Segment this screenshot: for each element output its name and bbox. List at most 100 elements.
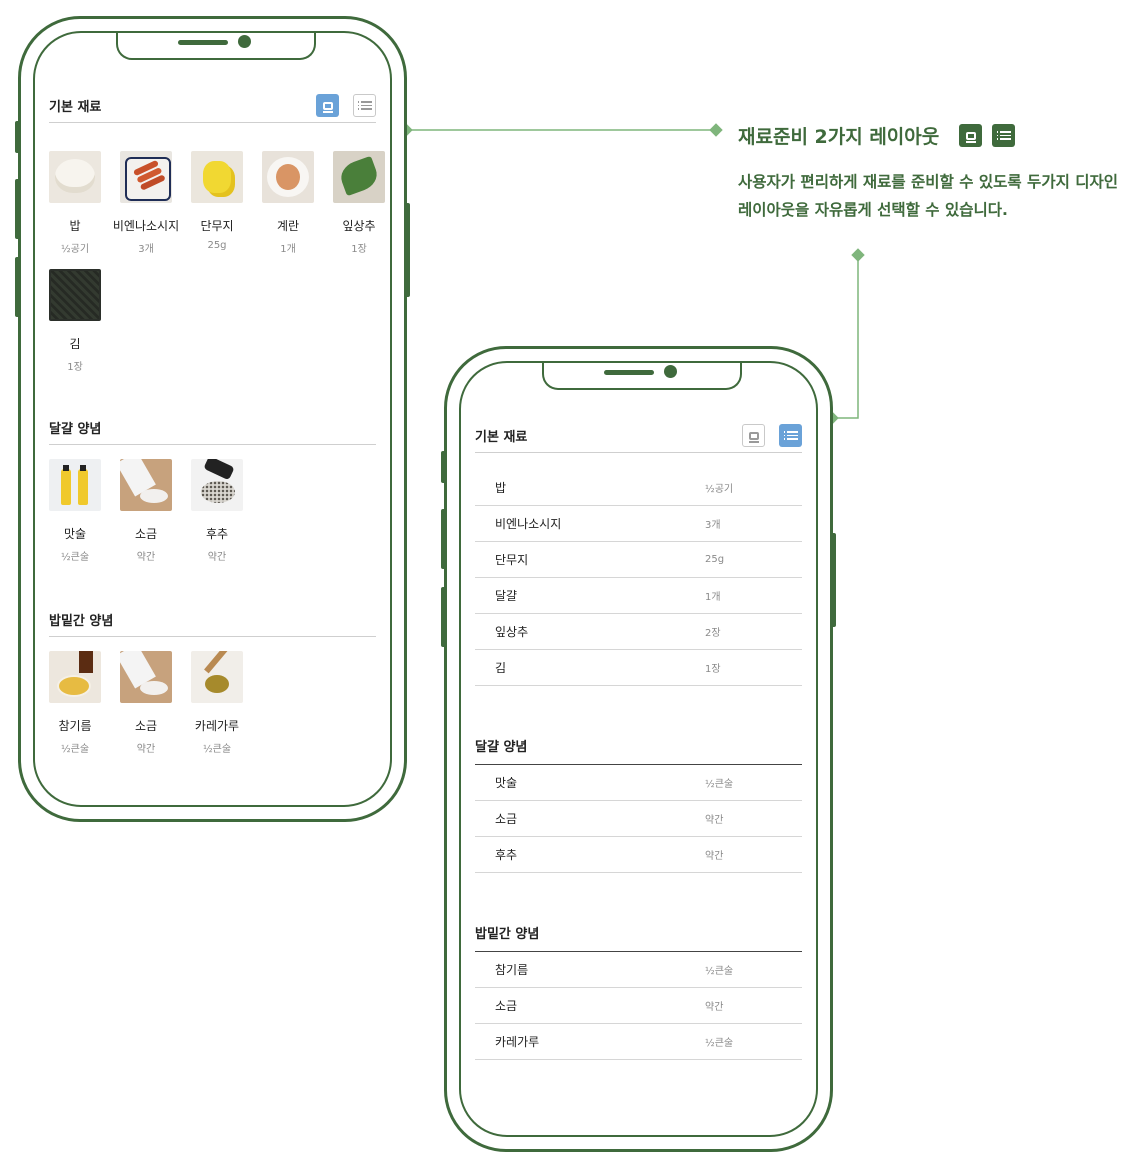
- section-header: 기본 재료: [49, 93, 376, 123]
- card-layout-toggle[interactable]: [316, 94, 339, 117]
- ingredient-name: 맛술: [495, 776, 518, 790]
- ingredient-qty: ½큰술: [705, 779, 734, 790]
- list-item[interactable]: 단무지 25g: [475, 542, 802, 578]
- ingredient-name: 비엔나소시지: [495, 517, 562, 531]
- section-title: 기본 재료: [475, 430, 528, 445]
- phone-card-layout: 기본 재료 밥 ½공기 비엔나소시지 3개 단무지 25g 계란 1개 잎상추 1장 김 1…: [15, 16, 410, 822]
- list-item[interactable]: 김 1장: [475, 650, 802, 686]
- ingredient-name: 김: [495, 661, 507, 675]
- ingredient-name: 소금: [495, 812, 518, 826]
- ingredient-name: 소금: [134, 527, 158, 541]
- card-layout-icon: [959, 124, 983, 147]
- ingredient-list: 밥 ½공기 비엔나소시지 3개 단무지 25g 달걀 1개 잎상추 2장 김 1장: [475, 470, 802, 686]
- ingredient-grid: 밥 ½공기 비엔나소시지 3개 단무지 25g 계란 1개 잎상추 1장 김 1장: [49, 151, 385, 373]
- ingredient-name: 김: [69, 337, 81, 351]
- ingredient-name: 소금: [495, 999, 518, 1013]
- speaker: [178, 40, 228, 45]
- ingredient-name: 단무지: [495, 553, 529, 567]
- ingredient-qty: 1개: [280, 244, 296, 255]
- list-layout-toggle[interactable]: [779, 424, 802, 447]
- ingredient-qty: 25g: [705, 554, 725, 565]
- ingredient-grid: 참기름 ½큰술 소금약간 카레가루 ½큰술: [49, 651, 376, 755]
- laver-image: [49, 269, 101, 321]
- list-item[interactable]: 소금 약간: [475, 988, 802, 1024]
- annotation-title-row: 재료준비 2가지 레이아웃: [738, 122, 1016, 149]
- sesame-oil-image: [49, 651, 101, 703]
- list-item[interactable]: 맛술 ½큰술: [475, 765, 802, 801]
- rice-bowl-image: [49, 151, 101, 203]
- ingredient-qty: 1장: [351, 244, 367, 255]
- list-layout-icon: [992, 124, 1016, 147]
- phone-side-button: [15, 121, 20, 153]
- phone-side-button: [15, 257, 20, 317]
- ingredient-qty: 1개: [705, 592, 721, 603]
- ingredient-name: 단무지: [200, 219, 234, 233]
- list-layout-toggle[interactable]: [353, 94, 376, 117]
- ingredient-qty: ½큰술: [60, 552, 90, 563]
- ingredient-list: 참기름 ½큰술 소금 약간 카레가루 ½큰술: [475, 951, 802, 1060]
- card-screen: 기본 재료 밥 ½공기 비엔나소시지 3개 단무지 25g 계란 1개 잎상추 1장 김 1…: [49, 93, 385, 785]
- connector-node-top-right: [709, 123, 723, 137]
- ingredient-card[interactable]: 계란 1개: [262, 151, 314, 255]
- ingredient-card[interactable]: 비엔나소시지 3개: [113, 151, 179, 255]
- section-header: 밥밑간 양념: [49, 607, 376, 637]
- ingredient-card[interactable]: 참기름 ½큰술: [49, 651, 101, 755]
- curry-powder-image: [191, 651, 243, 703]
- phone-power-button: [405, 203, 410, 297]
- section-title: 밥밑간 양념: [475, 926, 540, 942]
- ingredient-qty: ½큰술: [705, 966, 734, 977]
- section-title: 달걀 양념: [49, 422, 102, 437]
- section-header: 달걀 양념: [49, 415, 376, 445]
- ingredient-card[interactable]: 소금약간: [120, 651, 172, 755]
- list-item[interactable]: 소금 약간: [475, 801, 802, 837]
- ingredient-qty: 약간: [705, 1002, 724, 1013]
- egg-image: [262, 151, 314, 203]
- ingredient-name: 계란: [276, 219, 300, 233]
- list-item[interactable]: 참기름 ½큰술: [475, 952, 802, 988]
- sausage-image: [120, 151, 172, 203]
- pepper-image: [191, 459, 243, 511]
- ingredient-qty: 1장: [67, 362, 83, 373]
- list-item[interactable]: 잎상추 2장: [475, 614, 802, 650]
- ingredient-card[interactable]: 김 1장: [49, 269, 101, 373]
- phone-side-button: [15, 179, 20, 239]
- list-item[interactable]: 비엔나소시지 3개: [475, 506, 802, 542]
- ingredient-card[interactable]: 밥 ½공기: [49, 151, 101, 255]
- connector-node-bottom-top: [851, 248, 865, 262]
- phone-side-button: [441, 587, 446, 647]
- ingredient-card[interactable]: 소금약간: [120, 459, 172, 563]
- ingredient-qty: 약간: [705, 815, 724, 826]
- list-item[interactable]: 달걀 1개: [475, 578, 802, 614]
- mirin-image: [49, 459, 101, 511]
- ingredient-card[interactable]: 맛술 ½큰술: [49, 459, 101, 563]
- section-title: 기본 재료: [49, 100, 102, 115]
- salt-image: [120, 459, 172, 511]
- camera: [664, 365, 677, 378]
- ingredient-qty: 약간: [705, 851, 724, 862]
- ingredient-card[interactable]: 단무지 25g: [191, 151, 243, 255]
- ingredient-qty: 약간: [136, 744, 156, 755]
- card-layout-toggle[interactable]: [742, 424, 765, 447]
- phone-side-button: [441, 509, 446, 569]
- ingredient-name: 밥: [69, 219, 81, 233]
- ingredient-qty: 3개: [138, 244, 154, 255]
- list-item[interactable]: 후추 약간: [475, 837, 802, 873]
- ingredient-name: 카레가루: [495, 1035, 540, 1049]
- section-title: 달걀 양념: [475, 739, 528, 755]
- annotation-title: 재료준비 2가지 레이아웃: [738, 126, 940, 148]
- ingredient-card[interactable]: 잎상추 1장: [333, 151, 385, 255]
- ingredient-card[interactable]: 카레가루 ½큰술: [191, 651, 243, 755]
- annotation-description: 사용자가 편리하게 재료를 준비할 수 있도록 두가지 디자인 레이아웃을 자유…: [738, 173, 1119, 219]
- ingredient-name: 달걀: [495, 589, 518, 603]
- ingredient-name: 비엔나소시지: [112, 219, 180, 233]
- list-item[interactable]: 카레가루 ½큰술: [475, 1024, 802, 1060]
- ingredient-card[interactable]: 후추 약간: [191, 459, 243, 563]
- ingredient-name: 소금: [134, 719, 158, 733]
- camera: [238, 35, 251, 48]
- ingredient-qty: 약간: [136, 552, 156, 563]
- list-item[interactable]: 밥 ½공기: [475, 470, 802, 506]
- ingredient-qty: ½공기: [60, 244, 90, 255]
- ingredient-grid: 맛술 ½큰술 소금약간 후추 약간: [49, 459, 376, 563]
- ingredient-qty: 2장: [705, 628, 721, 639]
- list-screen: 기본 재료 밥 ½공기 비엔나소시지 3개 단무지 25g 달걀 1개 잎상추 2장 김 1…: [475, 423, 802, 1115]
